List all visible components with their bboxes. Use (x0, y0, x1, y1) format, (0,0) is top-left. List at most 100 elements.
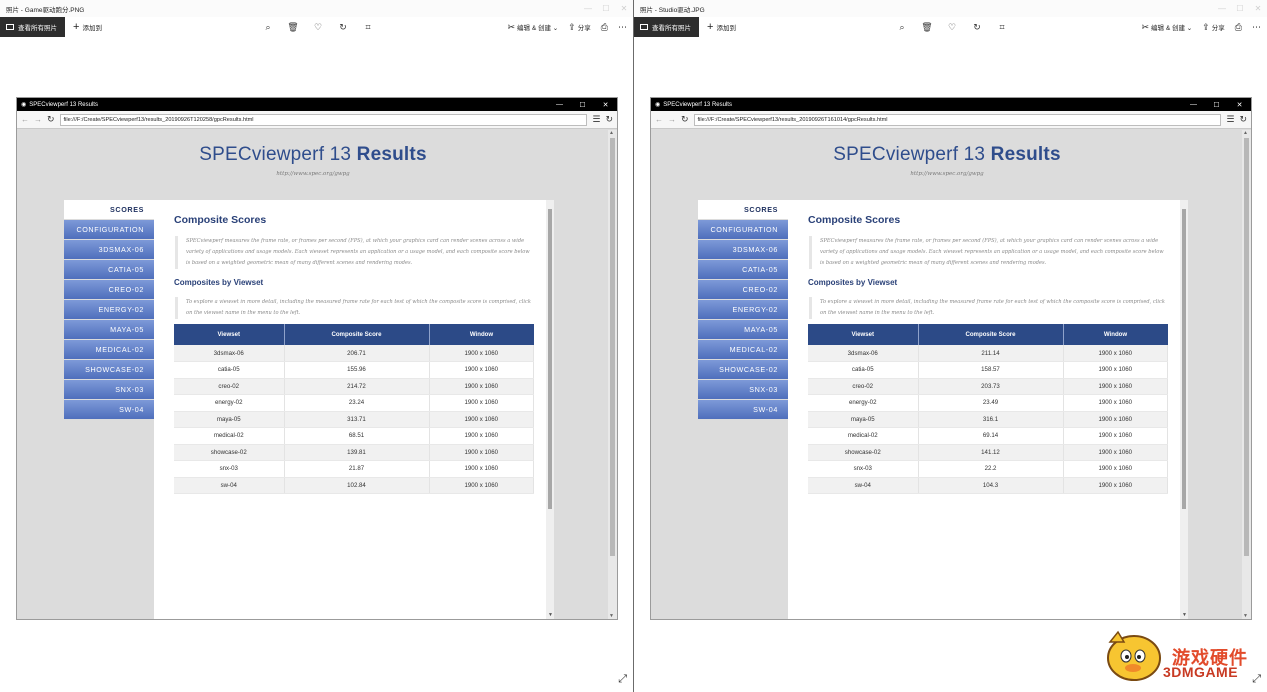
more-icon[interactable]: ⋯ (618, 22, 627, 33)
minimize-icon[interactable]: — (579, 4, 597, 13)
panel-scroll-thumb[interactable] (548, 209, 552, 509)
photos-toolbar: 查看所有照片 + 添加到 ⌕ 🗑 ♡ ↻ ⌗ ✂ 编辑 & 创建 ⌄ ⇪ 分享 ⎙ … (0, 17, 633, 37)
view-all-label: 查看所有照片 (652, 25, 691, 32)
menu-icon[interactable]: ☰ (1226, 114, 1234, 125)
window-cell: 1900 x 1060 (1063, 477, 1168, 494)
nav-item-maya-05[interactable]: MAYA-05 (64, 320, 154, 339)
close-icon[interactable]: ✕ (615, 4, 633, 13)
nav-item-medical-02[interactable]: MEDICAL-02 (64, 340, 154, 359)
nav-item-3dsmax-06[interactable]: 3DSMAX-06 (64, 240, 154, 259)
maximize-icon[interactable]: ☐ (597, 4, 615, 13)
browser-scroll-thumb[interactable] (1244, 138, 1249, 556)
scroll-up-icon[interactable]: ▲ (609, 130, 614, 136)
reload-icon[interactable]: ↻ (1239, 114, 1247, 125)
nav-item-showcase-02[interactable]: SHOWCASE-02 (698, 360, 788, 379)
favorite-icon[interactable]: ♡ (946, 22, 958, 33)
browser-maximize-icon[interactable]: ☐ (1205, 101, 1228, 109)
print-icon[interactable]: ⎙ (1235, 22, 1242, 33)
window-titlebar: 照片 - Studio驱动.JPG — ☐ ✕ (634, 0, 1267, 17)
score-cell: 141.12 (918, 444, 1064, 461)
browser-scrollbar[interactable]: ▲ ▼ (608, 130, 617, 619)
nav-item-energy-02[interactable]: ENERGY-02 (698, 300, 788, 319)
browser-minimize-icon[interactable]: — (548, 101, 571, 109)
nav-item-showcase-02[interactable]: SHOWCASE-02 (64, 360, 154, 379)
nav-item-creo-02[interactable]: CREO-02 (64, 280, 154, 299)
back-icon[interactable]: ← (655, 115, 663, 124)
zoom-icon[interactable]: ⌕ (262, 22, 274, 33)
nav-item-catia-05[interactable]: CATIA-05 (64, 260, 154, 279)
page-subtitle-link[interactable]: http://www.spec.org/gwpg (651, 171, 1243, 177)
forward-icon[interactable]: → (668, 115, 676, 124)
refresh-icon[interactable]: ↻ (47, 114, 55, 125)
rotate-icon[interactable]: ↻ (971, 22, 983, 33)
more-icon[interactable]: ⋯ (1252, 22, 1261, 33)
window-cell: 1900 x 1060 (1063, 378, 1168, 395)
score-cell: 203.73 (918, 378, 1064, 395)
view-all-photos-button[interactable]: 查看所有照片 (0, 17, 65, 37)
nav-item-snx-03[interactable]: SNX-03 (698, 380, 788, 399)
scroll-down-icon[interactable]: ▼ (1243, 613, 1248, 619)
nav-item-catia-05[interactable]: CATIA-05 (698, 260, 788, 279)
window-cell: 1900 x 1060 (429, 394, 534, 412)
share-button[interactable]: ⇪ 分享 (568, 22, 591, 33)
forward-icon[interactable]: → (34, 115, 42, 124)
menu-icon[interactable]: ☰ (592, 114, 600, 125)
address-bar[interactable]: file:///F:/Create/SPECviewperf13/results… (693, 113, 1222, 126)
edit-create-button[interactable]: ✂ 编辑 & 创建 ⌄ (1141, 22, 1192, 33)
zoom-icon[interactable]: ⌕ (896, 22, 908, 33)
nav-item-energy-02[interactable]: ENERGY-02 (64, 300, 154, 319)
nav-item-scores[interactable]: SCORES (64, 200, 154, 219)
view-all-photos-button[interactable]: 查看所有照片 (634, 17, 699, 37)
expand-icon[interactable]: ⤢ (618, 673, 627, 686)
crop-icon[interactable]: ⌗ (996, 22, 1008, 33)
scroll-down-icon[interactable]: ▼ (548, 612, 553, 618)
browser-scrollbar[interactable]: ▲ ▼ (1242, 130, 1251, 619)
nav-item-sw-04[interactable]: SW-04 (64, 400, 154, 419)
nav-item-snx-03[interactable]: SNX-03 (64, 380, 154, 399)
rotate-icon[interactable]: ↻ (337, 22, 349, 33)
print-icon[interactable]: ⎙ (601, 22, 608, 33)
reload-icon[interactable]: ↻ (605, 114, 613, 125)
browser-scroll-thumb[interactable] (610, 138, 615, 556)
nav-item-medical-02[interactable]: MEDICAL-02 (698, 340, 788, 359)
page-title: SPECviewperf 13 Results (17, 144, 609, 166)
share-button[interactable]: ⇪ 分享 (1202, 22, 1225, 33)
minimize-icon[interactable]: — (1213, 4, 1231, 13)
window-title: 照片 - Studio驱动.JPG (640, 6, 705, 14)
nav-item-configuration[interactable]: CONFIGURATION (698, 220, 788, 239)
nav-item-maya-05[interactable]: MAYA-05 (698, 320, 788, 339)
add-to-button[interactable]: + 添加到 (73, 21, 102, 33)
nav-item-creo-02[interactable]: CREO-02 (698, 280, 788, 299)
browser-title: SPECviewperf 13 Results (29, 101, 98, 108)
delete-icon[interactable]: 🗑 (287, 22, 299, 33)
browser-maximize-icon[interactable]: ☐ (571, 101, 594, 109)
browser-minimize-icon[interactable]: — (1182, 101, 1205, 109)
close-icon[interactable]: ✕ (1249, 4, 1267, 13)
browser-title: SPECviewperf 13 Results (663, 101, 732, 108)
refresh-icon[interactable]: ↻ (681, 114, 689, 125)
delete-icon[interactable]: 🗑 (921, 22, 933, 33)
browser-close-icon[interactable]: ✕ (1228, 101, 1251, 109)
scroll-down-icon[interactable]: ▼ (1182, 612, 1187, 618)
scroll-up-icon[interactable]: ▲ (1243, 130, 1248, 136)
favorite-icon[interactable]: ♡ (312, 22, 324, 33)
add-to-button[interactable]: + 添加到 (707, 21, 736, 33)
panel-scrollbar[interactable]: ▼ (546, 200, 554, 619)
browser-close-icon[interactable]: ✕ (594, 101, 617, 109)
column-header: Window (1063, 324, 1168, 345)
back-icon[interactable]: ← (21, 115, 29, 124)
edit-create-button[interactable]: ✂ 编辑 & 创建 ⌄ (507, 22, 558, 33)
maximize-icon[interactable]: ☐ (1231, 4, 1249, 13)
viewset-title: Composites by Viewset (174, 278, 264, 287)
scroll-down-icon[interactable]: ▼ (609, 613, 614, 619)
nav-item-configuration[interactable]: CONFIGURATION (64, 220, 154, 239)
nav-item-3dsmax-06[interactable]: 3DSMAX-06 (698, 240, 788, 259)
panel-scrollbar[interactable]: ▼ (1180, 200, 1188, 619)
crop-icon[interactable]: ⌗ (362, 22, 374, 33)
panel-scroll-thumb[interactable] (1182, 209, 1186, 509)
page-subtitle-link[interactable]: http://www.spec.org/gwpg (17, 171, 609, 177)
nav-item-scores[interactable]: SCORES (698, 200, 788, 219)
address-bar[interactable]: file:///F:/Create/SPECviewperf13/results… (59, 113, 588, 126)
nav-item-sw-04[interactable]: SW-04 (698, 400, 788, 419)
table-row: creo-02 214.72 1900 x 1060 (174, 378, 534, 395)
